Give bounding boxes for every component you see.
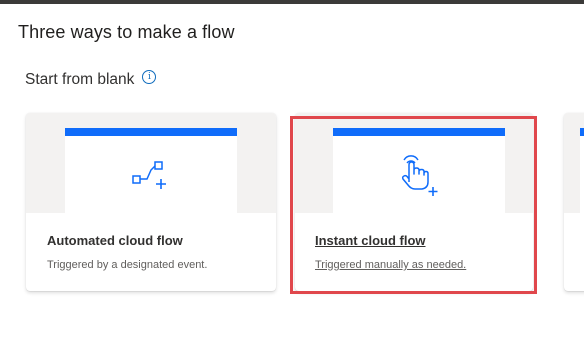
section-title: Start from blank [25,71,135,88]
card-hero [564,113,584,213]
section-header: Start from blank i [25,70,157,89]
accent-bar [65,128,237,136]
top-bar [0,0,584,4]
card-partial[interactable] [564,113,584,291]
accent-bar [580,128,584,136]
card-description: Triggered by a designated event. [47,259,208,271]
touch-hand-icon [401,155,438,196]
card-hero [26,113,276,213]
card-illustration [65,128,237,213]
page-title: Three ways to make a flow [18,22,235,42]
card-hero [295,113,533,213]
card-description: Triggered manually as needed. [315,259,467,271]
accent-bar [333,128,505,136]
info-icon[interactable]: i [142,70,157,84]
card-illustration [580,128,584,213]
card-title: Instant cloud flow [315,233,426,248]
automated-flow-icon [132,161,166,189]
card-title: Automated cloud flow [47,233,183,248]
card-instant-cloud-flow[interactable]: Instant cloud flow Triggered manually as… [295,113,533,291]
card-automated-cloud-flow[interactable]: Automated cloud flow Triggered by a desi… [26,113,276,291]
card-illustration [333,128,505,213]
